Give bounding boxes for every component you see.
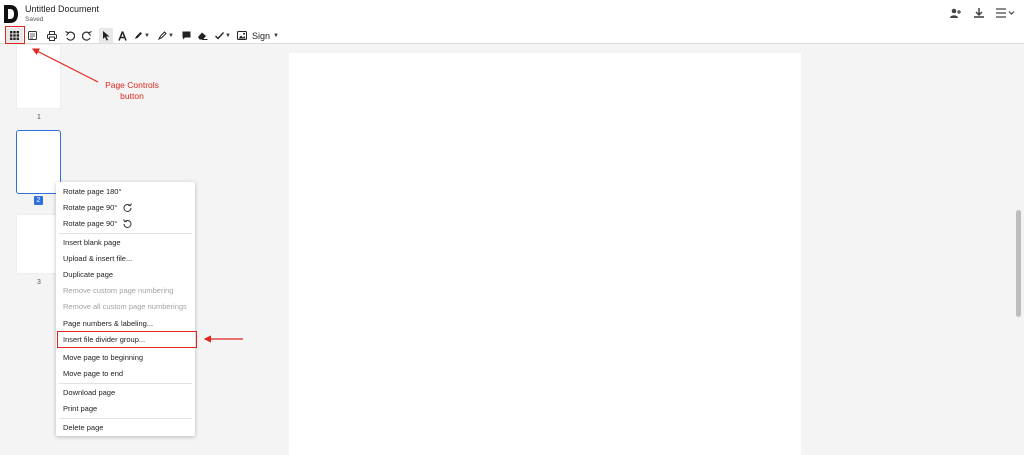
annotation-arrows bbox=[31, 48, 243, 343]
callout-line-2: button bbox=[120, 91, 144, 101]
page-controls-callout: Page Controls button bbox=[100, 80, 164, 102]
arrow-to-page-controls bbox=[31, 48, 99, 83]
callout-line-1: Page Controls bbox=[105, 80, 159, 90]
